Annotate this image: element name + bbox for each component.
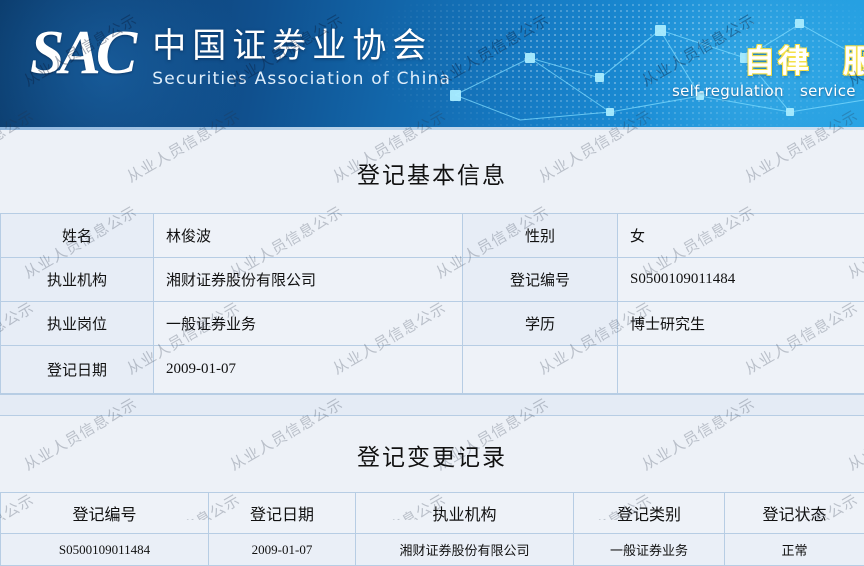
basic-info-title: 登记基本信息: [0, 156, 864, 190]
column-header-registration-category: 登记类别: [574, 493, 725, 534]
value-registration-number: S0500109011484: [618, 258, 864, 302]
org-name-en: Securities Association of China: [152, 68, 451, 90]
value-education: 博士研究生: [618, 302, 864, 346]
slogan-self-regulation-en: self-regulation: [672, 82, 784, 100]
cell-institution: 湘财证券股份有限公司: [356, 534, 574, 566]
column-header-institution: 执业机构: [356, 493, 574, 534]
label-position: 执业岗位: [1, 302, 154, 346]
change-record-table: 登记编号 登记日期 执业机构 登记类别 登记状态 S0500109011484 …: [0, 492, 864, 566]
value-empty: [618, 346, 864, 394]
org-name-cn: 中国证券业协会: [152, 26, 451, 66]
table-row: 执业机构 湘财证券股份有限公司 登记编号 S0500109011484: [1, 258, 864, 302]
column-header-registration-date: 登记日期: [209, 493, 356, 534]
label-empty: [463, 346, 618, 394]
table-header-row: 登记编号 登记日期 执业机构 登记类别 登记状态: [1, 493, 864, 534]
value-name: 林俊波: [154, 214, 463, 258]
cell-registration-date: 2009-01-07: [209, 534, 356, 566]
slogan-self-regulation-cn: 自律: [744, 36, 812, 81]
label-registration-number: 登记编号: [463, 258, 618, 302]
table-row: 登记日期 2009-01-07: [1, 346, 864, 394]
column-header-registration-status: 登记状态: [725, 493, 864, 534]
label-education: 学历: [463, 302, 618, 346]
label-gender: 性别: [463, 214, 618, 258]
cell-registration-number: S0500109011484: [1, 534, 209, 566]
sac-logo-text: SAC: [30, 24, 132, 82]
value-gender: 女: [618, 214, 864, 258]
table-row: 执业岗位 一般证券业务 学历 博士研究生: [1, 302, 864, 346]
slogan-service-en: service: [800, 82, 856, 100]
label-name: 姓名: [1, 214, 154, 258]
slogan-service-cn: 服: [843, 36, 864, 81]
value-position: 一般证券业务: [154, 302, 463, 346]
value-institution: 湘财证券股份有限公司: [154, 258, 463, 302]
column-header-registration-number: 登记编号: [1, 493, 209, 534]
table-row: 姓名 林俊波 性别 女: [1, 214, 864, 258]
org-name-group: 中国证券业协会 Securities Association of China: [152, 26, 451, 90]
label-institution: 执业机构: [1, 258, 154, 302]
section-separator: [0, 394, 864, 416]
change-record-title: 登记变更记录: [0, 438, 864, 472]
cell-registration-category: 一般证券业务: [574, 534, 725, 566]
value-registration-date: 2009-01-07: [154, 346, 463, 394]
label-registration-date: 登记日期: [1, 346, 154, 394]
page-content: 登记基本信息 姓名 林俊波 性别 女 执业机构 湘财证券股份有限公司 登记编号 …: [0, 130, 864, 520]
cell-registration-status: 正常: [725, 534, 864, 566]
table-row: S0500109011484 2009-01-07 湘财证券股份有限公司 一般证…: [1, 534, 864, 566]
basic-info-table: 姓名 林俊波 性别 女 执业机构 湘财证券股份有限公司 登记编号 S050010…: [0, 213, 864, 394]
sac-logo-group: SAC 中国证券业协会 Securities Association of Ch…: [30, 24, 451, 90]
site-header-banner: SAC 中国证券业协会 Securities Association of Ch…: [0, 0, 864, 130]
